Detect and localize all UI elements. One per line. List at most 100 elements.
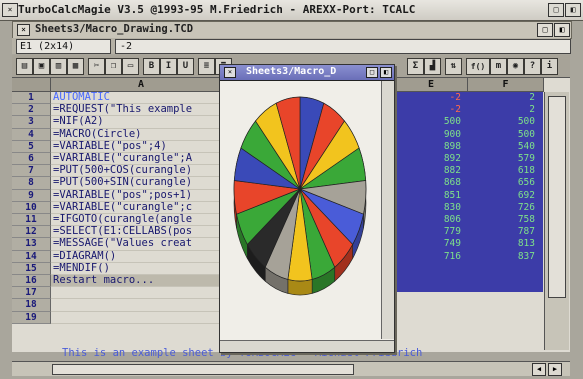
row-header[interactable]: 15 bbox=[12, 262, 51, 275]
cell-a[interactable]: =MESSAGE("Values creat bbox=[51, 238, 233, 251]
sort-icon[interactable]: ⇅ bbox=[445, 58, 462, 75]
column-header-f[interactable]: F bbox=[468, 78, 544, 92]
sum-icon[interactable]: Σ bbox=[407, 58, 424, 75]
vertical-scrollbar[interactable] bbox=[544, 92, 569, 350]
row-header[interactable]: 19 bbox=[12, 311, 51, 324]
document-titlebar[interactable]: × Sheets3/Macro_Drawing.TCD □ ◧ bbox=[12, 21, 572, 39]
new-icon[interactable]: ▤ bbox=[16, 58, 33, 75]
cell-e[interactable]: 868 bbox=[405, 177, 461, 188]
row-header[interactable]: 12 bbox=[12, 226, 51, 239]
cell-a[interactable]: =IFGOTO(curangle(angle bbox=[51, 214, 233, 227]
row-header[interactable]: 1 bbox=[12, 92, 51, 105]
row-header[interactable]: 6 bbox=[12, 153, 51, 166]
chart-titlebar[interactable]: × Sheets3/Macro_D □ ◧ bbox=[220, 65, 394, 81]
row-header[interactable]: 5 bbox=[12, 140, 51, 153]
horizontal-scrollbar[interactable]: ◀ ▶ bbox=[12, 361, 570, 376]
cell-e[interactable]: 882 bbox=[405, 165, 461, 176]
cell-e[interactable]: 749 bbox=[405, 238, 461, 249]
document-depth-icon[interactable]: ◧ bbox=[554, 23, 570, 37]
chart-depth-icon[interactable]: ◧ bbox=[380, 67, 392, 78]
cell-e[interactable]: -2 bbox=[405, 92, 461, 103]
cell-a[interactable]: =SELECT(E1:CELLABS(pos bbox=[51, 226, 233, 239]
cell-e[interactable]: 900 bbox=[405, 129, 461, 140]
row-header[interactable]: 18 bbox=[12, 299, 51, 312]
cell-a[interactable]: =MACRO(Circle) bbox=[51, 129, 233, 141]
function-button[interactable]: f() bbox=[466, 58, 490, 75]
cell-f[interactable]: 579 bbox=[479, 153, 535, 164]
close-icon[interactable]: × bbox=[2, 3, 18, 17]
row-header[interactable]: 17 bbox=[12, 287, 51, 300]
corner-header[interactable] bbox=[12, 78, 51, 92]
chart-horizontal-scrollbar[interactable] bbox=[220, 340, 394, 352]
cell-f[interactable]: 618 bbox=[479, 165, 535, 176]
cell-a[interactable]: AUTOMATIC bbox=[51, 92, 233, 105]
cell-a[interactable]: =MENDIF() bbox=[51, 263, 233, 275]
chart-vertical-scrollbar[interactable] bbox=[381, 81, 394, 339]
italic-button[interactable]: I bbox=[160, 58, 177, 75]
record-icon[interactable]: ◉ bbox=[507, 58, 524, 75]
cell-a[interactable]: Restart macro... bbox=[51, 275, 233, 288]
cell-f[interactable]: 837 bbox=[479, 251, 535, 262]
cell-e[interactable]: 806 bbox=[405, 214, 461, 225]
row-header[interactable]: 3 bbox=[12, 116, 51, 129]
cell-a[interactable]: =VARIABLE("pos";4) bbox=[51, 141, 233, 153]
vertical-scroll-knob[interactable] bbox=[548, 96, 566, 298]
bold-button[interactable]: B bbox=[143, 58, 160, 75]
document-zoom-icon[interactable]: □ bbox=[537, 23, 553, 37]
row-header[interactable]: 16 bbox=[12, 275, 51, 288]
cell-e[interactable]: 500 bbox=[405, 116, 461, 127]
depth-icon[interactable]: ◧ bbox=[565, 3, 581, 17]
row-header[interactable]: 10 bbox=[12, 201, 51, 214]
formula-input[interactable]: -2 bbox=[115, 39, 571, 54]
cell-f[interactable]: 726 bbox=[479, 202, 535, 213]
cell-a[interactable]: =VARIABLE("pos";pos+1) bbox=[51, 190, 233, 202]
cell-f[interactable]: 2 bbox=[479, 104, 535, 115]
save-icon[interactable]: ▥ bbox=[50, 58, 67, 75]
cell-a[interactable] bbox=[51, 299, 233, 312]
cell-a[interactable]: =PUT(500+COS(curangle) bbox=[51, 165, 233, 178]
row-header[interactable]: 8 bbox=[12, 177, 51, 190]
help-icon[interactable]: ? bbox=[524, 58, 541, 75]
cell-a[interactable]: =VARIABLE("curangle";c bbox=[51, 202, 233, 214]
cell-a[interactable] bbox=[51, 287, 233, 300]
cell-f[interactable]: 813 bbox=[479, 238, 535, 249]
cell-a[interactable] bbox=[51, 312, 233, 324]
cell-e[interactable]: 898 bbox=[405, 141, 461, 152]
data-range-e-f[interactable]: -2 -2 500 900 898 892 882 868 851 830 806 779 749 716… bbox=[395, 92, 543, 292]
cell-e[interactable]: 851 bbox=[405, 190, 461, 201]
scroll-right-icon[interactable]: ▶ bbox=[548, 363, 562, 376]
cell-f[interactable]: 758 bbox=[479, 214, 535, 225]
paste-icon[interactable]: ▭ bbox=[122, 58, 139, 75]
cell-a[interactable]: =DIAGRAM() bbox=[51, 251, 233, 263]
cell-f[interactable]: 500 bbox=[479, 129, 535, 140]
row-header[interactable]: 9 bbox=[12, 189, 51, 202]
copy-icon[interactable]: ❐ bbox=[105, 58, 122, 75]
cell-e[interactable]: 779 bbox=[405, 226, 461, 237]
cell-e[interactable]: 830 bbox=[405, 202, 461, 213]
zoom-icon[interactable]: □ bbox=[548, 3, 564, 17]
chart-icon[interactable]: ▟ bbox=[424, 58, 441, 75]
document-close-icon[interactable]: × bbox=[17, 24, 30, 36]
underline-button[interactable]: U bbox=[177, 58, 194, 75]
cell-f[interactable]: 500 bbox=[479, 116, 535, 127]
cell-a[interactable]: =VARIABLE("curangle";A bbox=[51, 153, 233, 166]
cell-e[interactable]: -2 bbox=[405, 104, 461, 115]
cell-f[interactable]: 787 bbox=[479, 226, 535, 237]
chart-window[interactable]: × Sheets3/Macro_D □ ◧ bbox=[219, 64, 395, 353]
print-icon[interactable]: ▦ bbox=[67, 58, 84, 75]
row-header[interactable]: 11 bbox=[12, 214, 51, 227]
open-icon[interactable]: ▣ bbox=[33, 58, 50, 75]
cell-a[interactable]: =PUT(500+SIN(curangle) bbox=[51, 177, 233, 190]
cell-f[interactable]: 540 bbox=[479, 141, 535, 152]
row-header[interactable]: 14 bbox=[12, 250, 51, 263]
cell-e[interactable]: 716 bbox=[405, 251, 461, 262]
chart-close-icon[interactable]: × bbox=[224, 67, 236, 78]
scroll-left-icon[interactable]: ◀ bbox=[532, 363, 546, 376]
row-header[interactable]: 4 bbox=[12, 128, 51, 141]
chart-zoom-icon[interactable]: □ bbox=[366, 67, 378, 78]
cell-f[interactable]: 2 bbox=[479, 92, 535, 103]
cell-e[interactable]: 892 bbox=[405, 153, 461, 164]
macro-icon[interactable]: m bbox=[490, 58, 507, 75]
horizontal-scroll-knob[interactable] bbox=[52, 364, 354, 375]
info-icon[interactable]: i bbox=[541, 58, 558, 75]
